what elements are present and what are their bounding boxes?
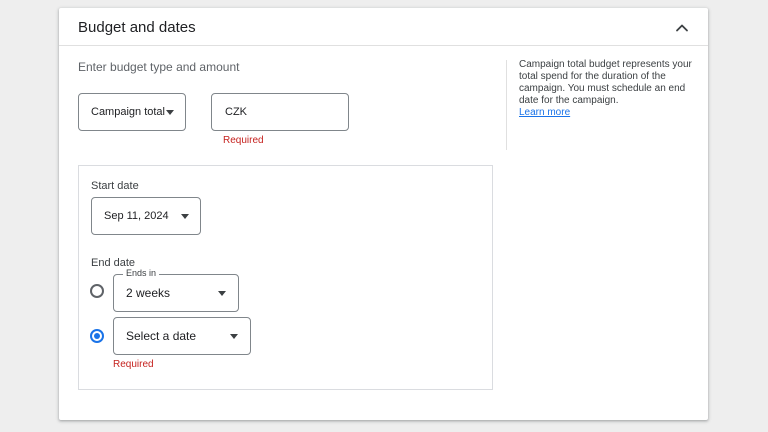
budget-help: Campaign total budget represents your to… (519, 59, 697, 119)
budget-type-value: Campaign total (91, 106, 165, 118)
caret-down-icon (218, 291, 226, 296)
end-date-select[interactable]: Select a date (113, 317, 251, 355)
end-date-error: Required (113, 359, 154, 370)
caret-down-icon (230, 334, 238, 339)
budget-help-text: Campaign total budget represents your to… (519, 59, 692, 106)
learn-more-link[interactable]: Learn more (519, 107, 697, 119)
ends-in-radio[interactable] (90, 284, 104, 298)
dates-panel: Start date Sep 11, 2024 End date Ends in… (78, 165, 493, 390)
ends-in-value: 2 weeks (126, 286, 171, 300)
caret-down-icon (166, 110, 174, 115)
collapse-button[interactable] (670, 16, 694, 40)
select-date-radio[interactable] (90, 329, 104, 343)
caret-down-icon (181, 214, 189, 219)
start-date-value: Sep 11, 2024 (104, 210, 169, 222)
ends-in-select[interactable]: Ends in 2 weeks (113, 268, 239, 312)
ends-in-floating-label: Ends in (123, 268, 160, 278)
budget-section-label: Enter budget type and amount (78, 60, 240, 74)
start-date-label: Start date (91, 180, 139, 192)
help-divider (506, 60, 507, 150)
start-date-select[interactable]: Sep 11, 2024 (91, 197, 201, 235)
budget-type-select[interactable]: Campaign total (78, 93, 186, 131)
budget-amount-error: Required (223, 135, 264, 146)
end-date-value: Select a date (126, 329, 197, 343)
card-title: Budget and dates (78, 19, 196, 36)
chevron-up-icon (676, 24, 688, 32)
budget-and-dates-card: Budget and dates Enter budget type and a… (59, 8, 708, 420)
currency-prefix: CZK (225, 106, 247, 118)
card-header[interactable]: Budget and dates (59, 8, 708, 46)
budget-amount-input[interactable]: CZK (211, 93, 349, 131)
